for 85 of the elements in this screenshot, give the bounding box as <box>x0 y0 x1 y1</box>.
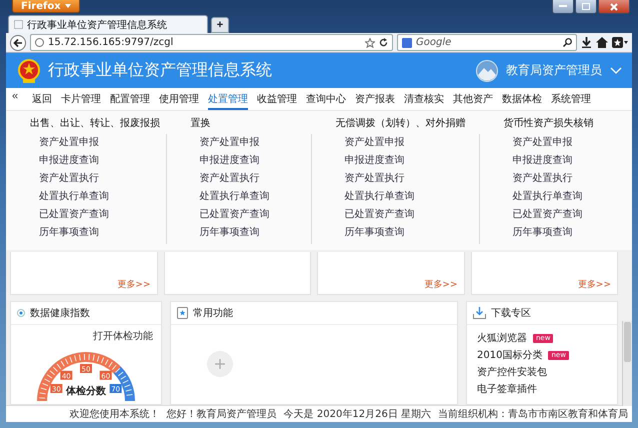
nav-tab[interactable]: 卡片管理 <box>61 88 102 110</box>
bookmarks-icon[interactable] <box>612 37 628 48</box>
menu-group-title: 置换 <box>189 116 210 131</box>
open-checkup-link[interactable]: 打开体检功能 <box>85 325 161 343</box>
collapse-button[interactable]: « <box>10 90 32 102</box>
menu-link[interactable]: 历年事项查询 <box>199 226 312 240</box>
download-link[interactable]: 资产控件安装包 <box>477 365 547 379</box>
nav-tab[interactable]: 清查核实 <box>404 88 444 110</box>
date-text: 今天是 2020年12月26日 星期六 <box>284 408 431 421</box>
menu-link[interactable]: 资产处置执行 <box>512 172 632 186</box>
star-icon[interactable] <box>365 38 375 48</box>
emblem-icon <box>18 58 40 82</box>
more-link[interactable]: 更多>> <box>578 278 611 291</box>
nav-tab[interactable]: 收益管理 <box>257 88 298 110</box>
menu-link[interactable]: 申报进度查询 <box>344 154 480 168</box>
more-link[interactable]: 更多>> <box>117 278 150 291</box>
panel-title: 数据健康指数 <box>30 306 90 320</box>
caret-icon <box>64 4 71 8</box>
menu-link[interactable]: 申报进度查询 <box>199 154 312 168</box>
nav-tab[interactable]: 系统管理 <box>551 88 592 110</box>
nav-tab[interactable]: 返回 <box>32 88 52 110</box>
menu-link[interactable]: 资产处置申报 <box>512 136 632 150</box>
maximize-button[interactable] <box>575 0 597 14</box>
menu-link[interactable]: 申报进度查询 <box>512 154 632 168</box>
download-link[interactable]: 电子签章插件 <box>477 382 537 396</box>
greeting-text: 您好！教育局资产管理员 <box>166 408 277 421</box>
bookmark-icon <box>177 307 188 319</box>
menu-link[interactable]: 已处置资产查询 <box>199 208 312 222</box>
plus-icon <box>215 359 225 369</box>
menu-link[interactable]: 历年事项查询 <box>39 226 166 240</box>
menu-link[interactable]: 资产处置申报 <box>344 136 480 150</box>
close-icon <box>610 2 618 10</box>
more-link[interactable]: 更多>> <box>424 278 458 291</box>
nav-tab[interactable]: 查询中心 <box>306 88 346 110</box>
reload-icon[interactable] <box>379 38 388 47</box>
minimize-icon <box>559 5 567 8</box>
nav-tab[interactable]: 数据体检 <box>502 88 542 110</box>
menu-link[interactable]: 处置执行单查询 <box>344 190 480 204</box>
maximize-icon <box>582 3 590 10</box>
new-tab-button[interactable]: + <box>211 17 229 33</box>
minimize-button[interactable] <box>552 0 574 14</box>
back-icon[interactable] <box>10 34 26 50</box>
app-title: 行政事业单位资产管理信息系统 <box>48 60 273 81</box>
menu-group-title: 货币性资产损失核销 <box>502 116 594 131</box>
menu-link[interactable]: 处置执行单查询 <box>39 190 166 204</box>
menu-link[interactable]: 历年事项查询 <box>512 226 632 240</box>
chevron-down-icon[interactable] <box>610 67 622 74</box>
menu-link[interactable]: 申报进度查询 <box>39 154 166 168</box>
download-link[interactable]: 火狐浏览器 <box>477 331 527 345</box>
dot-icon <box>17 309 25 317</box>
close-button[interactable] <box>598 0 630 14</box>
score-label: 体检分数 <box>66 384 106 398</box>
nav-tab[interactable]: 使用管理 <box>159 88 200 110</box>
nav-tab[interactable]: 资产报表 <box>355 88 396 110</box>
menu-link[interactable]: 资产处置执行 <box>39 172 166 186</box>
download-icon[interactable] <box>581 37 592 48</box>
avatar-icon[interactable] <box>476 60 498 82</box>
menu-link[interactable]: 已处置资产查询 <box>512 208 632 222</box>
welcome-text: 欢迎您使用本系统！ <box>70 408 160 421</box>
browser-tab[interactable]: 行政事业单位资产管理信息系统 <box>8 15 208 33</box>
search-engine-icon[interactable] <box>402 38 412 48</box>
panel-title: 常用功能 <box>193 306 233 320</box>
download-link[interactable]: 2010国标分类 <box>477 348 542 362</box>
menu-link[interactable]: 资产处置执行 <box>199 172 312 186</box>
page-icon <box>14 20 23 29</box>
menu-link[interactable]: 历年事项查询 <box>344 226 480 240</box>
menu-link[interactable]: 已处置资产查询 <box>344 208 480 222</box>
panel-title: 下载专区 <box>491 306 531 320</box>
menu-link[interactable]: 资产处置申报 <box>199 136 312 150</box>
search-icon[interactable] <box>563 38 572 47</box>
organization-text: 当前组织机构：青岛市市南区教育和体育局 <box>438 408 628 421</box>
nav-tab[interactable]: 配置管理 <box>110 88 150 110</box>
home-icon[interactable] <box>596 37 608 48</box>
menu-link[interactable]: 已处置资产查询 <box>39 208 166 222</box>
scrollbar[interactable] <box>622 321 632 406</box>
menu-group-title: 无偿调拨（划转）、对外捐赠 <box>334 116 466 131</box>
nav-tab[interactable]: 其他资产 <box>453 88 494 110</box>
search-bar[interactable]: Google <box>397 34 577 51</box>
menu-link[interactable]: 处置执行单查询 <box>199 190 312 204</box>
download-icon <box>473 307 486 319</box>
menu-link[interactable]: 处置执行单查询 <box>512 190 632 204</box>
address-bar[interactable]: 15.72.156.165:9797/zcgl <box>30 34 393 51</box>
menu-group-title: 出售、出让、转让、报废报损 <box>29 116 160 131</box>
menu-link[interactable]: 资产处置执行 <box>344 172 480 186</box>
menu-link[interactable]: 资产处置申报 <box>39 136 166 150</box>
